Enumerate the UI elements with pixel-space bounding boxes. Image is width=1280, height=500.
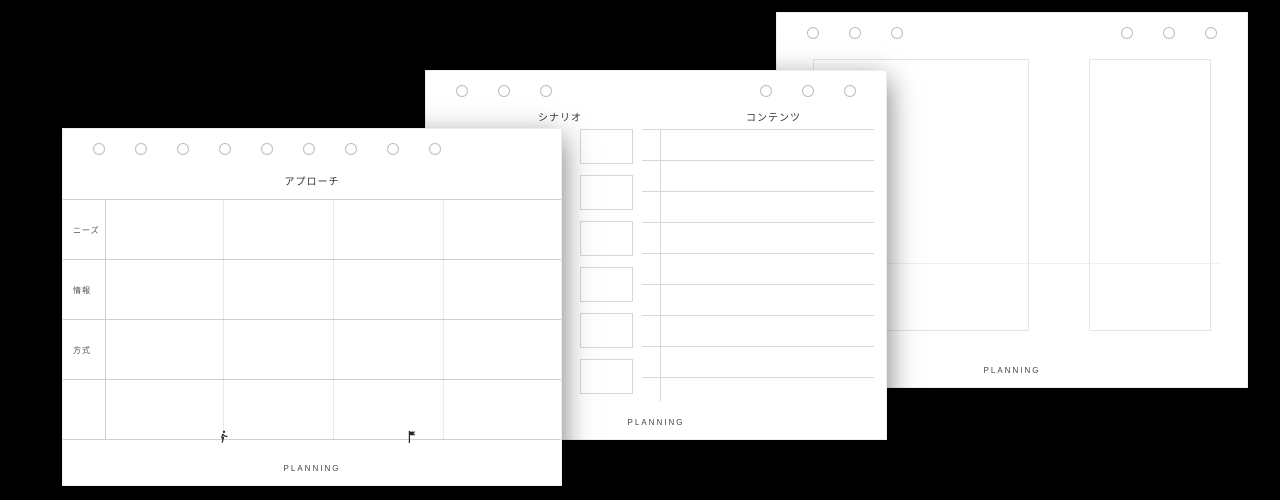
binder-hole-icon (456, 85, 468, 97)
binder-hole-icon (135, 143, 147, 155)
scenario-box (580, 129, 633, 164)
binder-hole-icon (807, 27, 819, 39)
scenario-box (580, 175, 633, 210)
grid-line (63, 319, 561, 320)
card-title-approach: アプローチ (285, 173, 340, 188)
grid-line (63, 259, 561, 260)
binder-hole-icon (387, 143, 399, 155)
grid-line (63, 439, 561, 440)
binder-hole-icon (760, 85, 772, 97)
binder-hole-icon (177, 143, 189, 155)
footer-label: PLANNING (628, 418, 685, 427)
scenario-box (580, 221, 633, 256)
binder-holes (426, 71, 886, 97)
scenario-box (580, 359, 633, 394)
scenario-box (580, 313, 633, 348)
binder-hole-icon (1121, 27, 1133, 39)
planning-card-approach: アプローチ ニーズ 情報 方式 PLANNING (62, 128, 562, 486)
grid-line (63, 379, 561, 380)
row-label-needs: ニーズ (73, 225, 100, 236)
approach-grid: ニーズ 情報 方式 (63, 199, 561, 439)
binder-hole-icon (1163, 27, 1175, 39)
binder-hole-icon (844, 85, 856, 97)
binder-holes (777, 13, 1247, 39)
binder-hole-icon (849, 27, 861, 39)
scenario-box (580, 267, 633, 302)
row-label-info: 情報 (73, 285, 91, 296)
grid-vertical (105, 199, 106, 439)
footer-label: PLANNING (284, 464, 341, 473)
binder-hole-icon (498, 85, 510, 97)
grid-dashed (443, 199, 444, 439)
column-title-content: コンテンツ (746, 109, 801, 124)
grid-dashed (333, 199, 334, 439)
binder-hole-icon (345, 143, 357, 155)
grid-line (63, 199, 561, 200)
binder-hole-icon (429, 143, 441, 155)
binder-hole-icon (802, 85, 814, 97)
binder-hole-icon (303, 143, 315, 155)
binder-hole-icon (261, 143, 273, 155)
content-panel-right (1089, 59, 1211, 331)
binder-hole-icon (219, 143, 231, 155)
ruled-lines (642, 129, 874, 378)
row-label-method: 方式 (73, 345, 91, 356)
goal-flag-icon (408, 430, 418, 448)
column-title-scenario: シナリオ (538, 109, 582, 124)
binder-hole-icon (540, 85, 552, 97)
footer-label: PLANNING (984, 366, 1041, 375)
grid-dashed (223, 199, 224, 439)
binder-holes (63, 129, 561, 155)
binder-hole-icon (891, 27, 903, 39)
binder-hole-icon (93, 143, 105, 155)
binder-hole-icon (1205, 27, 1217, 39)
person-running-icon (217, 430, 231, 449)
